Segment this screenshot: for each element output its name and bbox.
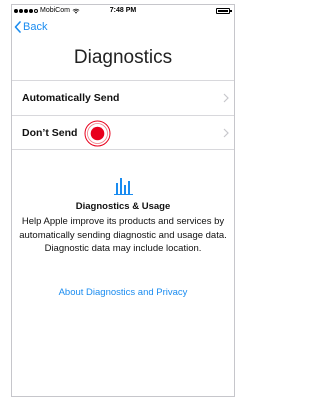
option-label: Don’t Send bbox=[22, 126, 78, 139]
chevron-right-icon bbox=[223, 93, 229, 103]
screen: MobiCom 7:48 PM Back Diagnostics Automat… bbox=[11, 4, 235, 397]
info-title: Diagnostics & Usage bbox=[75, 201, 171, 212]
page-title: Diagnostics bbox=[73, 47, 173, 68]
option-label: Automatically Send bbox=[22, 92, 120, 104]
status-bar: MobiCom 7:48 PM bbox=[12, 5, 234, 17]
battery-icon bbox=[216, 8, 232, 14]
chevron-left-icon bbox=[14, 21, 21, 33]
back-label: Back bbox=[23, 21, 48, 33]
info-body: Help Apple improve its products and serv… bbox=[19, 216, 227, 254]
status-time: 7:48 PM bbox=[109, 7, 137, 14]
about-diagnostics-link[interactable]: About Diagnostics and Privacy bbox=[12, 287, 234, 298]
chevron-right-icon bbox=[223, 128, 229, 138]
option-automatically-send[interactable]: Automatically Send bbox=[12, 80, 234, 115]
bar-chart-icon bbox=[114, 178, 133, 195]
phone-frame: MobiCom 7:48 PM Back Diagnostics Automat… bbox=[0, 0, 241, 405]
back-button[interactable]: Back bbox=[14, 21, 47, 33]
options-list: Automatically Send Don’t Send bbox=[12, 80, 234, 150]
option-dont-send[interactable]: Don’t Send bbox=[12, 115, 234, 150]
tap-indicator-icon bbox=[84, 120, 111, 147]
